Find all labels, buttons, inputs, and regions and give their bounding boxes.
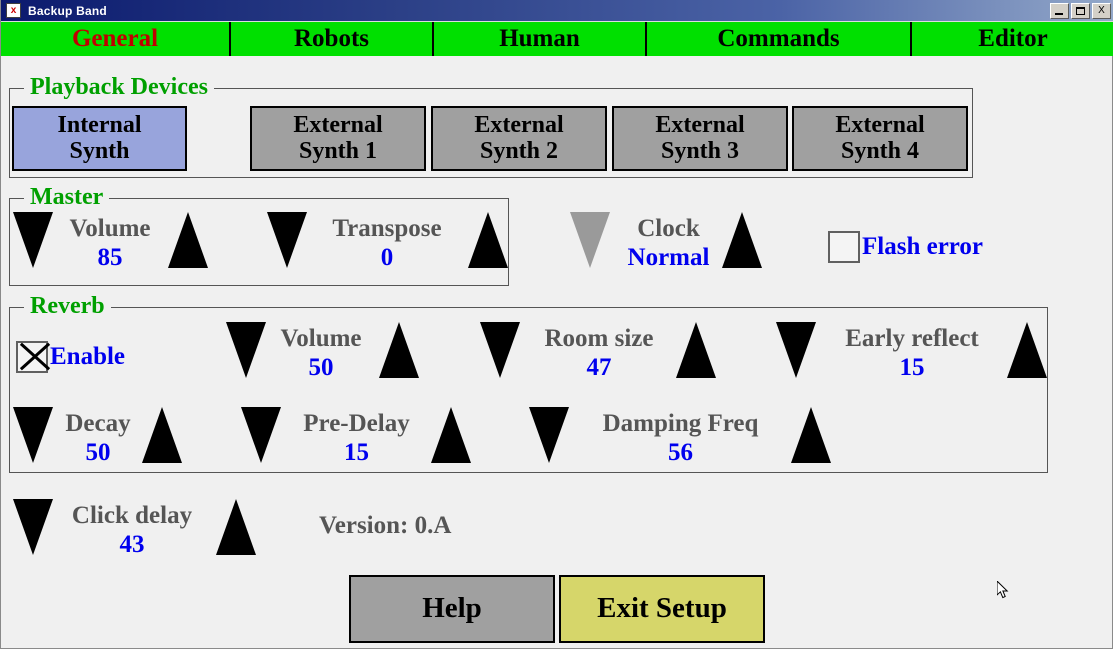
flash-error-row[interactable]: Flash error	[828, 231, 983, 263]
reverb-damping-freq-field: Damping Freq 56	[572, 411, 789, 465]
mouse-cursor	[997, 581, 1009, 599]
reverb-enable-label: Enable	[50, 343, 126, 370]
master-transpose-down-arrow[interactable]	[267, 212, 307, 268]
reverb-early-reflect-value: 15	[899, 354, 925, 381]
reverb-room-size-down-arrow[interactable]	[480, 322, 520, 378]
clock-label: Clock	[637, 215, 700, 242]
flash-error-checkbox[interactable]	[828, 231, 860, 263]
reverb-early-reflect-label: Early reflect	[845, 325, 979, 352]
reverb-decay-value: 50	[85, 439, 111, 466]
version-text: Version: 0.A	[319, 512, 452, 539]
playback-button-external-synth-3[interactable]: External Synth 3	[612, 106, 788, 171]
reverb-room-size-label: Room size	[544, 325, 654, 352]
reverb-decay-field: Decay 50	[56, 411, 140, 465]
reverb-volume-value: 50	[308, 354, 334, 381]
reverb-volume-up-arrow[interactable]	[379, 322, 419, 378]
click-delay-field: Click delay 43	[56, 503, 208, 557]
playback-button-internal-synth[interactable]: Internal Synth	[12, 106, 187, 171]
reverb-damping-freq-label: Damping Freq	[602, 410, 759, 437]
close-button[interactable]: X	[1092, 2, 1111, 19]
reverb-decay-label: Decay	[65, 410, 131, 437]
reverb-early-reflect-field: Early reflect 15	[819, 326, 1005, 380]
flash-error-label: Flash error	[862, 233, 984, 260]
reverb-volume-field: Volume 50	[269, 326, 373, 380]
reverb-room-size-value: 47	[586, 354, 612, 381]
reverb-pre-delay-field: Pre-Delay 15	[284, 411, 429, 465]
master-transpose-field: Transpose 0	[312, 216, 462, 270]
playback-button-external-synth-4[interactable]: External Synth 4	[792, 106, 968, 171]
tab-general[interactable]: General	[1, 22, 231, 56]
clock-value: Normal	[627, 244, 710, 271]
reverb-pre-delay-value: 15	[344, 439, 369, 466]
master-transpose-up-arrow[interactable]	[468, 212, 508, 268]
playback-button-external-synth-2-line2: Synth 2	[479, 137, 559, 164]
reverb-pre-delay-up-arrow[interactable]	[431, 407, 471, 463]
reverb-legend: Reverb	[24, 292, 111, 320]
playback-devices-legend: Playback Devices	[24, 73, 214, 101]
master-volume-field: Volume 85	[58, 216, 162, 270]
playback-button-external-synth-1-line1: External	[293, 111, 383, 138]
clock-down-arrow[interactable]	[570, 212, 610, 268]
maximize-button[interactable]	[1071, 2, 1090, 19]
click-delay-down-arrow[interactable]	[13, 499, 53, 555]
reverb-early-reflect-down-arrow[interactable]	[776, 322, 816, 378]
reverb-room-size-field: Room size 47	[523, 326, 675, 380]
reverb-volume-label: Volume	[280, 325, 362, 352]
title-bar: x Backup Band X	[1, 0, 1113, 22]
window-controls: X	[1050, 2, 1111, 19]
master-legend: Master	[24, 183, 110, 211]
click-delay-up-arrow[interactable]	[216, 499, 256, 555]
reverb-early-reflect-up-arrow[interactable]	[1007, 322, 1047, 378]
playback-button-external-synth-2-line1: External	[474, 111, 564, 138]
click-delay-value: 43	[119, 531, 145, 558]
help-button[interactable]: Help	[349, 575, 555, 643]
reverb-decay-down-arrow[interactable]	[13, 407, 53, 463]
reverb-decay-up-arrow[interactable]	[142, 407, 182, 463]
window-menu-icon[interactable]: x	[6, 3, 21, 18]
playback-button-external-synth-3-line2: Synth 3	[660, 137, 740, 164]
tab-robots[interactable]: Robots	[231, 22, 434, 56]
reverb-enable-row[interactable]: Enable	[16, 341, 125, 373]
clock-field: Clock Normal	[615, 216, 722, 270]
reverb-pre-delay-down-arrow[interactable]	[241, 407, 281, 463]
master-transpose-label: Transpose	[332, 215, 442, 242]
playback-button-external-synth-4-line2: Synth 4	[840, 137, 920, 164]
click-delay-label: Click delay	[71, 502, 193, 529]
playback-button-external-synth-1-line2: Synth 1	[298, 137, 378, 164]
reverb-damping-freq-up-arrow[interactable]	[791, 407, 831, 463]
master-volume-label: Volume	[69, 215, 151, 242]
playback-button-external-synth-1[interactable]: External Synth 1	[250, 106, 426, 171]
reverb-damping-freq-value: 56	[668, 439, 693, 466]
master-transpose-value: 0	[380, 244, 394, 271]
reverb-volume-down-arrow[interactable]	[226, 322, 266, 378]
reverb-damping-freq-down-arrow[interactable]	[529, 407, 569, 463]
reverb-room-size-up-arrow[interactable]	[676, 322, 716, 378]
tab-bar: General Robots Human Commands Editor	[1, 22, 1113, 56]
tab-human[interactable]: Human	[434, 22, 647, 56]
minimize-button[interactable]	[1050, 2, 1069, 19]
playback-button-internal-synth-line1: Internal	[57, 111, 142, 138]
tab-commands[interactable]: Commands	[647, 22, 912, 56]
clock-up-arrow[interactable]	[722, 212, 762, 268]
master-volume-down-arrow[interactable]	[13, 212, 53, 268]
reverb-enable-checkbox[interactable]	[16, 341, 48, 373]
reverb-pre-delay-label: Pre-Delay	[303, 410, 410, 437]
exit-setup-button[interactable]: Exit Setup	[559, 575, 765, 643]
playback-button-internal-synth-line2: Synth	[69, 137, 130, 164]
tab-editor[interactable]: Editor	[912, 22, 1113, 56]
window-title: Backup Band	[28, 3, 107, 18]
playback-button-external-synth-3-line1: External	[655, 111, 745, 138]
application-window: x Backup Band X General Robots Human Com…	[0, 0, 1113, 649]
playback-button-external-synth-4-line1: External	[835, 111, 925, 138]
master-volume-up-arrow[interactable]	[168, 212, 208, 268]
playback-button-external-synth-2[interactable]: External Synth 2	[431, 106, 607, 171]
master-volume-value: 85	[97, 244, 123, 271]
